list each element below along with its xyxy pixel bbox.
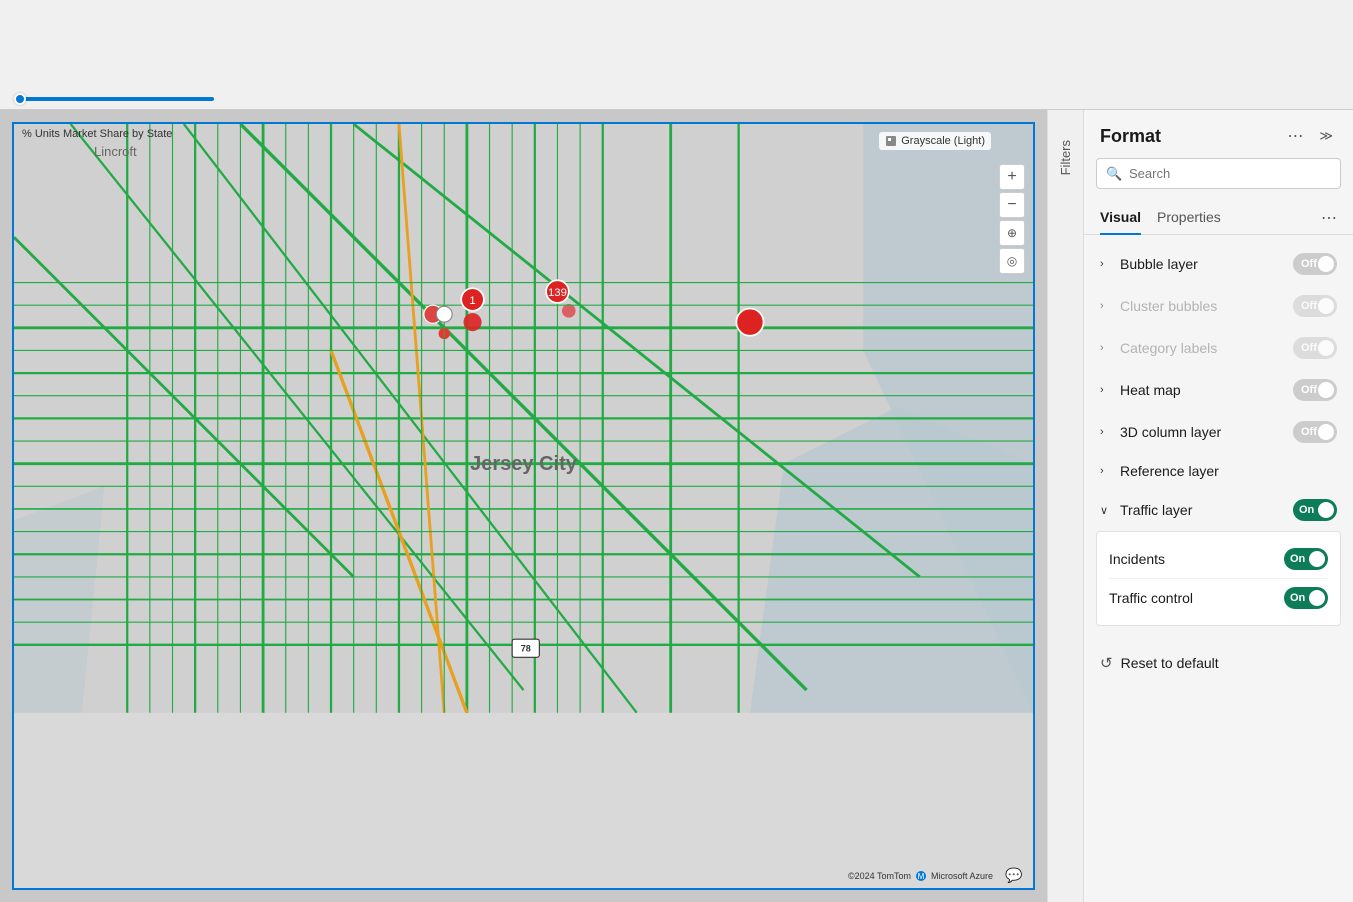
- tab-visual[interactable]: Visual: [1100, 201, 1141, 235]
- range-slider[interactable]: [14, 97, 214, 101]
- map-attribution: ©2024 TomTom M Microsoft Azure: [848, 870, 993, 882]
- map-title: % Units Market Share by State: [22, 128, 172, 140]
- collapse-button[interactable]: ≫: [1315, 126, 1337, 146]
- incidents-label: Incidents: [1109, 551, 1284, 567]
- traffic-expanded-section: Incidents On Traffic control On: [1096, 531, 1341, 626]
- layer-row-3d[interactable]: › 3D column layer Off: [1084, 411, 1353, 453]
- chevron-down-icon: ∨: [1100, 504, 1112, 517]
- bubble-layer-toggle[interactable]: Off: [1293, 253, 1337, 275]
- svg-text:M: M: [918, 872, 925, 881]
- filters-sidebar: Filters: [1047, 110, 1083, 902]
- traffic-layer-label: Traffic layer: [1120, 502, 1293, 518]
- map-bottom-toolbar: 💬: [1003, 864, 1025, 886]
- reset-label: Reset to default: [1121, 655, 1219, 671]
- chevron-right-icon: ›: [1100, 258, 1112, 270]
- tab-properties[interactable]: Properties: [1157, 201, 1221, 235]
- more-options-button[interactable]: ⋯: [1283, 124, 1307, 148]
- layer-row-category[interactable]: › Category labels Off: [1084, 327, 1353, 369]
- layer-items: › Bubble layer Off › Cluster bubbles Off…: [1084, 235, 1353, 642]
- chevron-right-icon-5: ›: [1100, 426, 1112, 438]
- chevron-right-icon-3: ›: [1100, 342, 1112, 354]
- incidents-row: Incidents On: [1109, 540, 1328, 578]
- compass-button[interactable]: ⊕: [999, 220, 1025, 246]
- traffic-control-row: Traffic control On: [1109, 578, 1328, 617]
- map-controls: + − ⊕ ◎: [999, 164, 1025, 274]
- top-area: [0, 0, 1353, 110]
- chevron-right-icon-6: ›: [1100, 465, 1112, 477]
- reset-row[interactable]: ↺ Reset to default: [1084, 642, 1353, 684]
- heat-map-toggle[interactable]: Off: [1293, 379, 1337, 401]
- svg-text:139: 139: [548, 287, 567, 299]
- bubble-layer-label: Bubble layer: [1120, 256, 1293, 272]
- layer-row-cluster[interactable]: › Cluster bubbles Off: [1084, 285, 1353, 327]
- zoom-in-button[interactable]: +: [999, 164, 1025, 190]
- search-input[interactable]: [1096, 158, 1341, 189]
- layer-row-heatmap[interactable]: › Heat map Off: [1084, 369, 1353, 411]
- search-box: 🔍: [1096, 158, 1341, 189]
- main-area: ≡ ⋯: [0, 110, 1353, 902]
- tab-more-button[interactable]: ⋯: [1321, 208, 1337, 228]
- reset-icon: ↺: [1100, 654, 1113, 672]
- map-background: 1 139 78 78 478: [14, 124, 1033, 713]
- tabs-row: Visual Properties ⋯: [1084, 201, 1353, 235]
- incidents-toggle[interactable]: On: [1284, 548, 1328, 570]
- 3d-column-label: 3D column layer: [1120, 424, 1293, 440]
- panel-header-actions: ⋯ ≫: [1283, 124, 1337, 148]
- filters-label[interactable]: Filters: [1058, 140, 1073, 175]
- map-container: ≡ ⋯: [0, 110, 1047, 902]
- format-panel: Format ⋯ ≫ 🔍 Visual Properties ⋯ › Bubbl…: [1083, 110, 1353, 902]
- traffic-control-toggle[interactable]: On: [1284, 587, 1328, 609]
- panel-header: Format ⋯ ≫: [1084, 110, 1353, 158]
- map-comment-button[interactable]: 💬: [1003, 864, 1025, 886]
- cluster-bubbles-label: Cluster bubbles: [1120, 298, 1293, 314]
- map-inner: ≡ ⋯: [12, 122, 1035, 890]
- chevron-right-icon-2: ›: [1100, 300, 1112, 312]
- search-icon: 🔍: [1106, 166, 1122, 182]
- cluster-bubbles-toggle[interactable]: Off: [1293, 295, 1337, 317]
- layer-row-traffic[interactable]: ∨ Traffic layer On: [1084, 489, 1353, 531]
- panel-title: Format: [1100, 126, 1161, 147]
- layer-row-reference[interactable]: › Reference layer: [1084, 453, 1353, 489]
- traffic-layer-toggle[interactable]: On: [1293, 499, 1337, 521]
- layer-row-bubble[interactable]: › Bubble layer Off: [1084, 243, 1353, 285]
- 3d-column-toggle[interactable]: Off: [1293, 421, 1337, 443]
- svg-text:78: 78: [521, 644, 531, 654]
- traffic-control-label: Traffic control: [1109, 590, 1284, 606]
- reference-layer-label: Reference layer: [1120, 463, 1337, 479]
- category-labels-label: Category labels: [1120, 340, 1293, 356]
- zoom-out-button[interactable]: −: [999, 192, 1025, 218]
- svg-text:1: 1: [469, 295, 475, 307]
- map-style-badge[interactable]: Grayscale (Light): [879, 132, 991, 150]
- chevron-right-icon-4: ›: [1100, 384, 1112, 396]
- heat-map-label: Heat map: [1120, 382, 1293, 398]
- location-button[interactable]: ◎: [999, 248, 1025, 274]
- category-labels-toggle[interactable]: Off: [1293, 337, 1337, 359]
